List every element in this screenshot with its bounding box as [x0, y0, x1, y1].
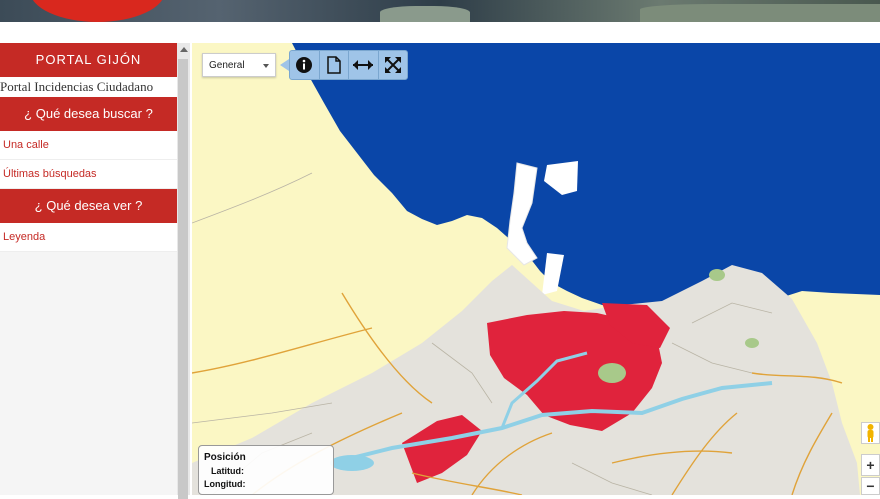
pegman-icon [867, 424, 874, 442]
document-button[interactable] [320, 51, 349, 79]
layer-select-value: General [209, 60, 245, 71]
link-recent-searches[interactable]: Últimas búsquedas [0, 160, 177, 189]
fullscreen-button[interactable] [379, 51, 408, 79]
park [745, 338, 759, 348]
banner-photo-coast [640, 4, 880, 22]
sidebar-subtitle: Portal Incidencias Ciudadano [0, 77, 177, 97]
park [598, 363, 626, 383]
scroll-up-arrow-icon[interactable] [180, 47, 188, 52]
zoom-in-button[interactable]: + [861, 454, 880, 476]
header-banner [0, 0, 880, 22]
map-graphic [192, 43, 880, 495]
section-heading-view[interactable]: ¿ Qué desea ver ? [0, 189, 177, 223]
sidebar: PORTAL GIJÓN Portal Incidencias Ciudadan… [0, 43, 177, 495]
lake [330, 455, 374, 471]
scroll-thumb[interactable] [178, 59, 188, 499]
map-toolbar [289, 50, 408, 80]
horizontal-arrows-icon [353, 60, 374, 70]
park [709, 269, 725, 281]
info-icon [296, 57, 313, 73]
position-title: Posición [204, 452, 246, 463]
chevron-down-icon [263, 64, 269, 68]
longitude-label: Longitud: [204, 479, 246, 489]
layer-select[interactable]: General [202, 53, 276, 77]
link-legend[interactable]: Leyenda [0, 223, 177, 252]
latitude-label: Latitud: [211, 466, 244, 476]
position-panel: Posición Latitud: Longitud: [198, 445, 334, 495]
sidebar-scrollbar[interactable] [177, 43, 190, 499]
banner-photo [380, 6, 470, 22]
zoom-out-button[interactable]: − [861, 477, 880, 495]
measure-button[interactable] [349, 51, 379, 79]
fullscreen-icon [384, 57, 401, 73]
link-street[interactable]: Una calle [0, 131, 177, 160]
toolbar-pointer [280, 59, 289, 71]
sidebar-title: PORTAL GIJÓN [0, 43, 177, 77]
section-heading-search[interactable]: ¿ Qué desea buscar ? [0, 97, 177, 131]
info-button[interactable] [290, 51, 320, 79]
map-canvas[interactable] [192, 43, 880, 495]
street-view-pegman[interactable] [861, 422, 880, 444]
logo [30, 0, 165, 22]
document-icon [327, 56, 341, 74]
